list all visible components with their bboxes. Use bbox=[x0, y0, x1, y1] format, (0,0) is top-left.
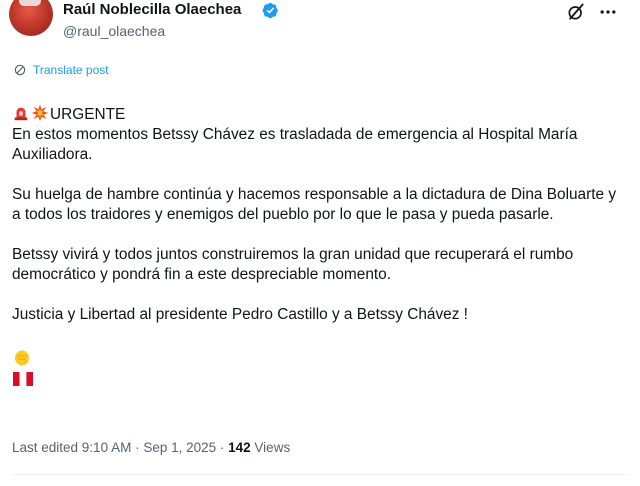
peru-flag-icon bbox=[13, 372, 33, 386]
post-line-urgent: URGENTE bbox=[12, 84, 628, 125]
post-emoji-line bbox=[12, 327, 628, 391]
siren-icon bbox=[14, 107, 28, 121]
edited-timestamp[interactable]: Last edited 9:10 AM · Sep 1, 2025 · bbox=[12, 440, 228, 455]
verified-icon bbox=[262, 2, 278, 19]
divider bbox=[12, 474, 628, 475]
author-display-name[interactable]: Raúl Noblecilla Olaechea bbox=[63, 1, 241, 18]
views-label: Views bbox=[250, 440, 291, 455]
post-meta: Last edited 9:10 AM · Sep 1, 2025 · 142 … bbox=[12, 440, 290, 455]
post-paragraph-1: En estos momentos Betssy Chávez es trasl… bbox=[12, 126, 578, 163]
views-count: 142 bbox=[228, 440, 251, 455]
post-paragraph-2: Su huelga de hambre continúa y hacemos r… bbox=[12, 186, 617, 223]
grok-icon[interactable] bbox=[566, 2, 586, 22]
fist-icon bbox=[15, 350, 29, 366]
translate-post-link[interactable]: Translate post bbox=[13, 61, 109, 79]
post-text: URGENTE En estos momentos Betssy Chávez … bbox=[12, 84, 628, 391]
author-handle[interactable]: @raul_olaechea bbox=[63, 23, 165, 39]
collision-icon bbox=[31, 104, 49, 122]
post-paragraph-4: Justicia y Libertad al presidente Pedro … bbox=[12, 306, 468, 323]
more-icon[interactable] bbox=[598, 2, 618, 22]
translate-post-label: Translate post bbox=[33, 63, 109, 77]
tweet-card: Raúl Noblecilla Olaechea @raul_olaechea … bbox=[0, 0, 640, 486]
post-paragraph-3: Betssy vivirá y todos juntos construirem… bbox=[12, 246, 574, 283]
urgent-label: URGENTE bbox=[50, 106, 126, 123]
translate-icon bbox=[14, 64, 26, 76]
avatar[interactable] bbox=[9, 0, 53, 36]
